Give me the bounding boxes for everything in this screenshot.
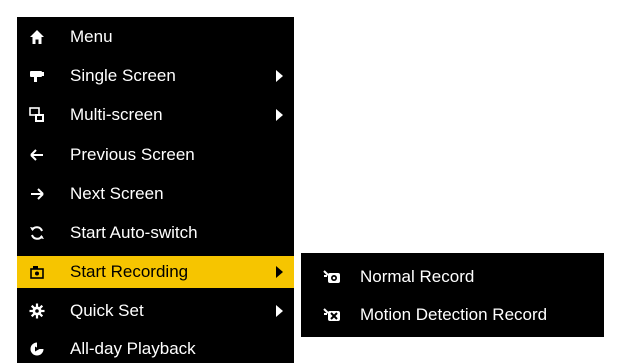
menu-item-label: Single Screen <box>70 66 176 85</box>
submenu-item-motion-detection-record[interactable]: Motion Detection Record <box>301 298 604 332</box>
chevron-right-icon <box>276 70 283 82</box>
menu-item-start-auto-switch[interactable]: Start Auto-switch <box>17 217 294 249</box>
menu-item-multi-screen[interactable]: Multi-screen <box>17 99 294 131</box>
motion-record-icon <box>322 306 342 324</box>
home-icon <box>28 28 46 46</box>
context-menu: Menu Single Screen Multi-screen Previous… <box>17 17 294 363</box>
cycle-icon <box>28 224 46 242</box>
menu-item-label: All-day Playback <box>70 339 196 358</box>
menu-item-label: Start Recording <box>70 262 189 281</box>
arrow-right-icon <box>28 185 46 203</box>
menu-item-all-day-playback[interactable]: All-day Playback <box>17 333 294 363</box>
menu-item-label: Multi-screen <box>70 105 163 124</box>
recording-submenu: Normal Record Motion Detection Record <box>301 253 604 337</box>
chevron-right-icon <box>276 266 283 278</box>
menu-item-quick-set[interactable]: Quick Set <box>17 295 294 327</box>
multi-screen-icon <box>28 106 46 124</box>
menu-item-start-recording[interactable]: Start Recording <box>17 256 294 288</box>
camera-icon <box>28 67 46 85</box>
gear-icon <box>28 302 46 320</box>
normal-record-icon <box>322 268 342 286</box>
submenu-item-normal-record[interactable]: Normal Record <box>301 260 604 294</box>
menu-item-next-screen[interactable]: Next Screen <box>17 178 294 210</box>
submenu-item-label: Motion Detection Record <box>360 305 548 324</box>
menu-item-label: Start Auto-switch <box>70 223 198 242</box>
menu-item-menu[interactable]: Menu <box>17 21 294 53</box>
arrow-left-icon <box>28 146 46 164</box>
chevron-right-icon <box>276 305 283 317</box>
menu-item-label: Next Screen <box>70 184 164 203</box>
playback-icon <box>28 340 46 358</box>
chevron-right-icon <box>276 109 283 121</box>
screen: Menu Single Screen Multi-screen Previous… <box>0 0 627 363</box>
menu-item-previous-screen[interactable]: Previous Screen <box>17 139 294 171</box>
submenu-item-label: Normal Record <box>360 267 475 286</box>
record-icon <box>28 263 46 281</box>
menu-item-label: Menu <box>70 27 113 46</box>
menu-item-label: Previous Screen <box>70 145 195 164</box>
menu-item-label: Quick Set <box>70 301 144 320</box>
menu-item-single-screen[interactable]: Single Screen <box>17 60 294 92</box>
